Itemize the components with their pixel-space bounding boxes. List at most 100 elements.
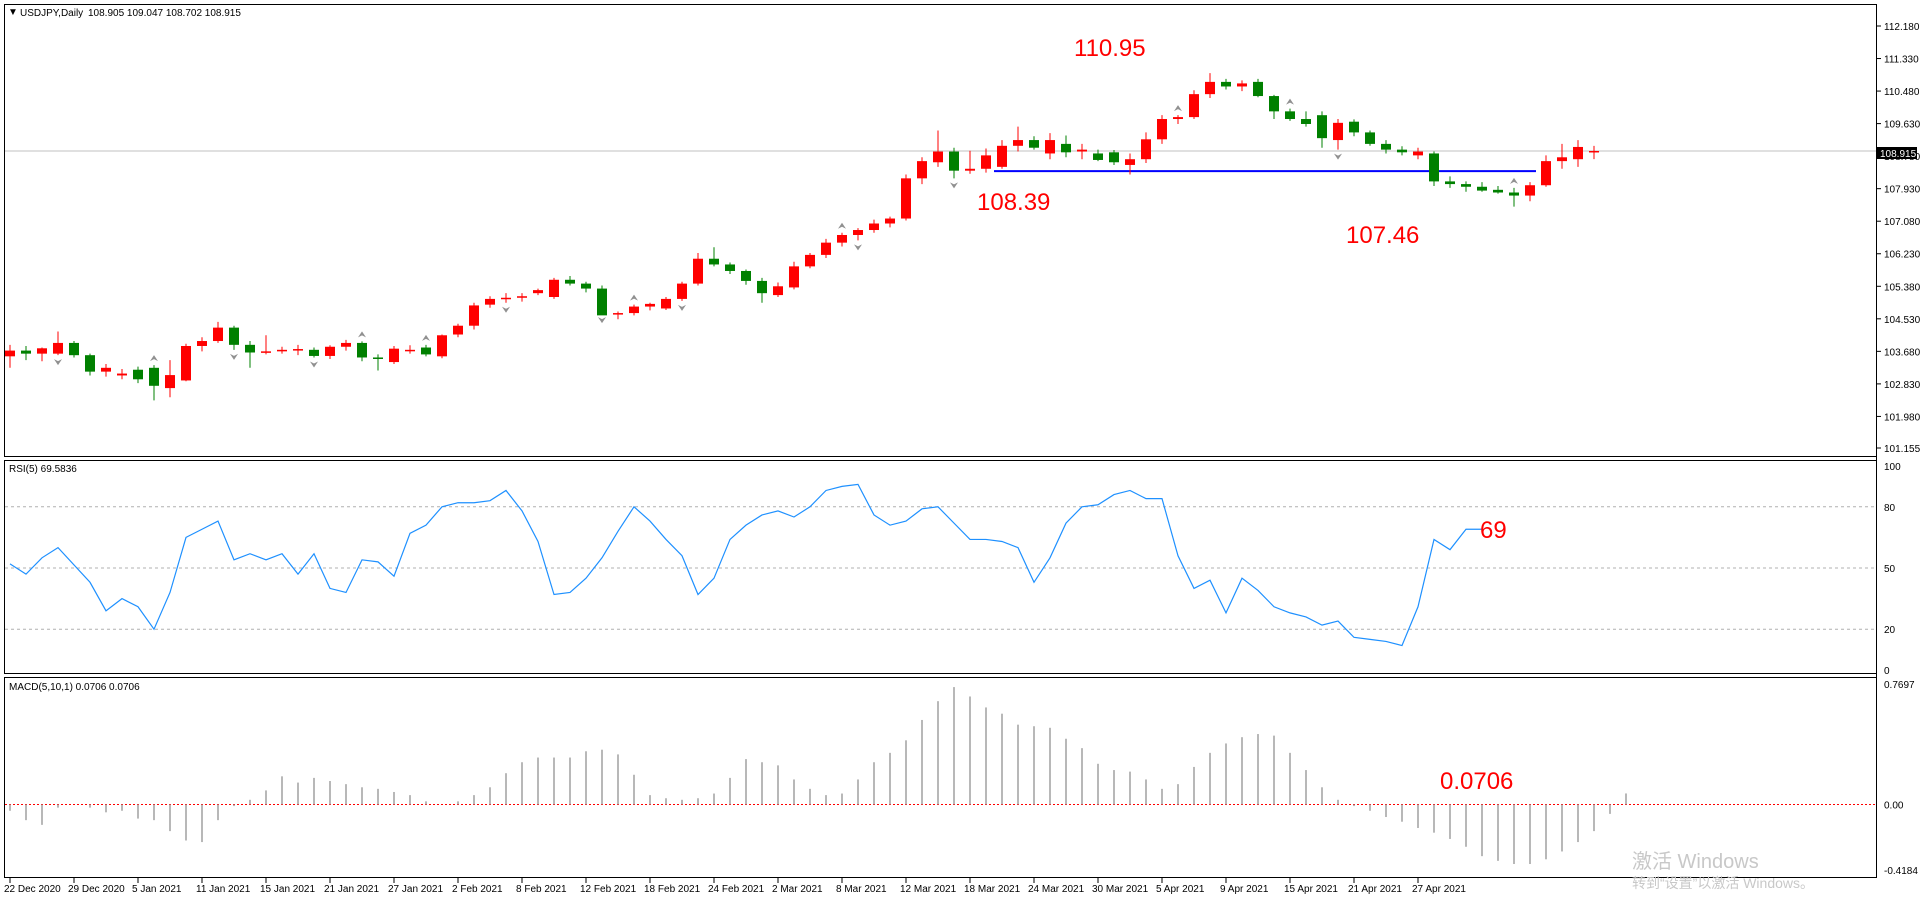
collapse-triangle-icon[interactable]: ▼	[8, 7, 18, 18]
candle-bear	[949, 151, 959, 171]
candle-bull	[773, 286, 783, 296]
time-axis-label: 2 Feb 2021	[452, 884, 503, 895]
price-axis-label: 110.480	[1884, 87, 1920, 98]
candle-bear	[1029, 140, 1039, 148]
candle-bull	[389, 348, 399, 363]
candle-bull	[117, 373, 127, 376]
candle-bull	[1573, 146, 1583, 160]
time-axis-label: 15 Jan 2021	[260, 884, 315, 895]
candle-bear	[741, 270, 751, 281]
price-axis-label: 107.930	[1884, 185, 1920, 196]
candle-bull	[613, 313, 623, 315]
time-axis-label: 30 Mar 2021	[1092, 884, 1149, 895]
candle-bull	[517, 296, 527, 298]
time-axis-label: 24 Mar 2021	[1028, 884, 1085, 895]
candle-bull	[1173, 117, 1183, 120]
candle-bull	[821, 242, 831, 255]
candle-bull	[1333, 122, 1343, 141]
price-axis-label: 107.080	[1884, 217, 1920, 228]
rsi-axis-label: 80	[1884, 503, 1896, 514]
candle-bull	[101, 367, 111, 372]
candle-bear	[1317, 115, 1327, 139]
price-axis-label: 105.380	[1884, 282, 1920, 293]
candle-bull	[325, 346, 335, 356]
candle-bull	[853, 230, 863, 235]
time-axis-label: 24 Feb 2021	[708, 884, 765, 895]
candle-bull	[965, 168, 975, 171]
candle-bear	[1381, 143, 1391, 150]
macd-axis-label: 0.7697	[1884, 680, 1915, 691]
candle-bear	[85, 355, 95, 372]
candle-bear	[1269, 96, 1279, 112]
candle-bull	[437, 335, 447, 357]
candle-bear	[757, 280, 767, 294]
candle-bear	[245, 344, 255, 353]
rsi-axis-label: 0	[1884, 666, 1890, 677]
candle-bear	[1445, 181, 1455, 185]
candle-bear	[1221, 81, 1231, 87]
candle-bull	[661, 298, 671, 309]
candle-bull	[165, 375, 175, 389]
candle-bull	[341, 342, 351, 347]
candle-bull	[1189, 94, 1199, 118]
rsi-axis-label: 50	[1884, 564, 1896, 575]
candle-bear	[373, 357, 383, 359]
time-axis-label: 11 Jan 2021	[196, 884, 251, 895]
candle-bull	[901, 178, 911, 219]
macd-axis-label: 0.00	[1884, 800, 1904, 811]
candle-bear	[1365, 132, 1375, 144]
candle-bull	[405, 349, 415, 352]
candle-bear	[565, 279, 575, 284]
macd-annotation: 0.0706	[1440, 768, 1513, 795]
symbol-label: USDJPY,Daily	[20, 8, 83, 19]
price-axis-label: 102.830	[1884, 380, 1920, 391]
candle-bear	[69, 342, 79, 356]
candle-bull	[533, 290, 543, 294]
candle-bull	[1541, 161, 1551, 186]
candle-bull	[933, 151, 943, 163]
rsi-pane[interactable]	[4, 460, 1877, 674]
high-annotation: 110.95	[1074, 35, 1146, 62]
candle-bear	[1477, 186, 1487, 191]
neck-annotation: 108.39	[977, 189, 1050, 216]
candle-bear	[581, 283, 591, 289]
candle-bear	[1461, 184, 1471, 187]
trading-chart: 112.180111.330110.480109.630108.780107.9…	[4, 4, 1920, 895]
candle-bear	[725, 264, 735, 271]
price-axis-label: 106.230	[1884, 250, 1920, 261]
price-pane[interactable]	[4, 4, 1877, 457]
candle-bear	[309, 349, 319, 356]
candle-bull	[789, 266, 799, 288]
candle-bull	[1237, 83, 1247, 87]
time-axis-label: 27 Jan 2021	[388, 884, 443, 895]
candle-bear	[21, 350, 31, 354]
candle-bull	[277, 349, 287, 352]
candle-bear	[149, 367, 159, 386]
candle-bull	[197, 341, 207, 346]
macd-pane[interactable]	[4, 677, 1877, 878]
candle-bull	[693, 258, 703, 284]
candle-bull	[629, 306, 639, 314]
candle-bull	[1157, 119, 1167, 140]
candle-bull	[453, 325, 463, 335]
candle-bull	[1205, 81, 1215, 95]
candle-bull	[549, 279, 559, 297]
candle-bear	[1061, 143, 1071, 153]
price-axis-label: 112.180	[1884, 22, 1920, 33]
candle-bull	[181, 345, 191, 381]
watermark-subtitle: 转到“设置”以激活 Windows。	[1632, 875, 1814, 891]
time-axis-label: 9 Apr 2021	[1220, 884, 1269, 895]
candle-bull	[5, 350, 15, 357]
candle-bear	[1285, 111, 1295, 120]
candle-bull	[869, 223, 879, 231]
time-axis-label: 22 Dec 2020	[4, 884, 61, 895]
candle-bear	[229, 327, 239, 345]
candle-bull	[469, 305, 479, 326]
candle-bull	[1589, 150, 1599, 153]
price-axis-label: 101.155	[1884, 444, 1920, 455]
time-axis-label: 5 Jan 2021	[132, 884, 182, 895]
time-axis-label: 27 Apr 2021	[1412, 884, 1466, 895]
candle-bull	[261, 351, 271, 353]
candle-bull	[1077, 149, 1087, 152]
macd-axis-label: -0.4184	[1884, 866, 1918, 877]
